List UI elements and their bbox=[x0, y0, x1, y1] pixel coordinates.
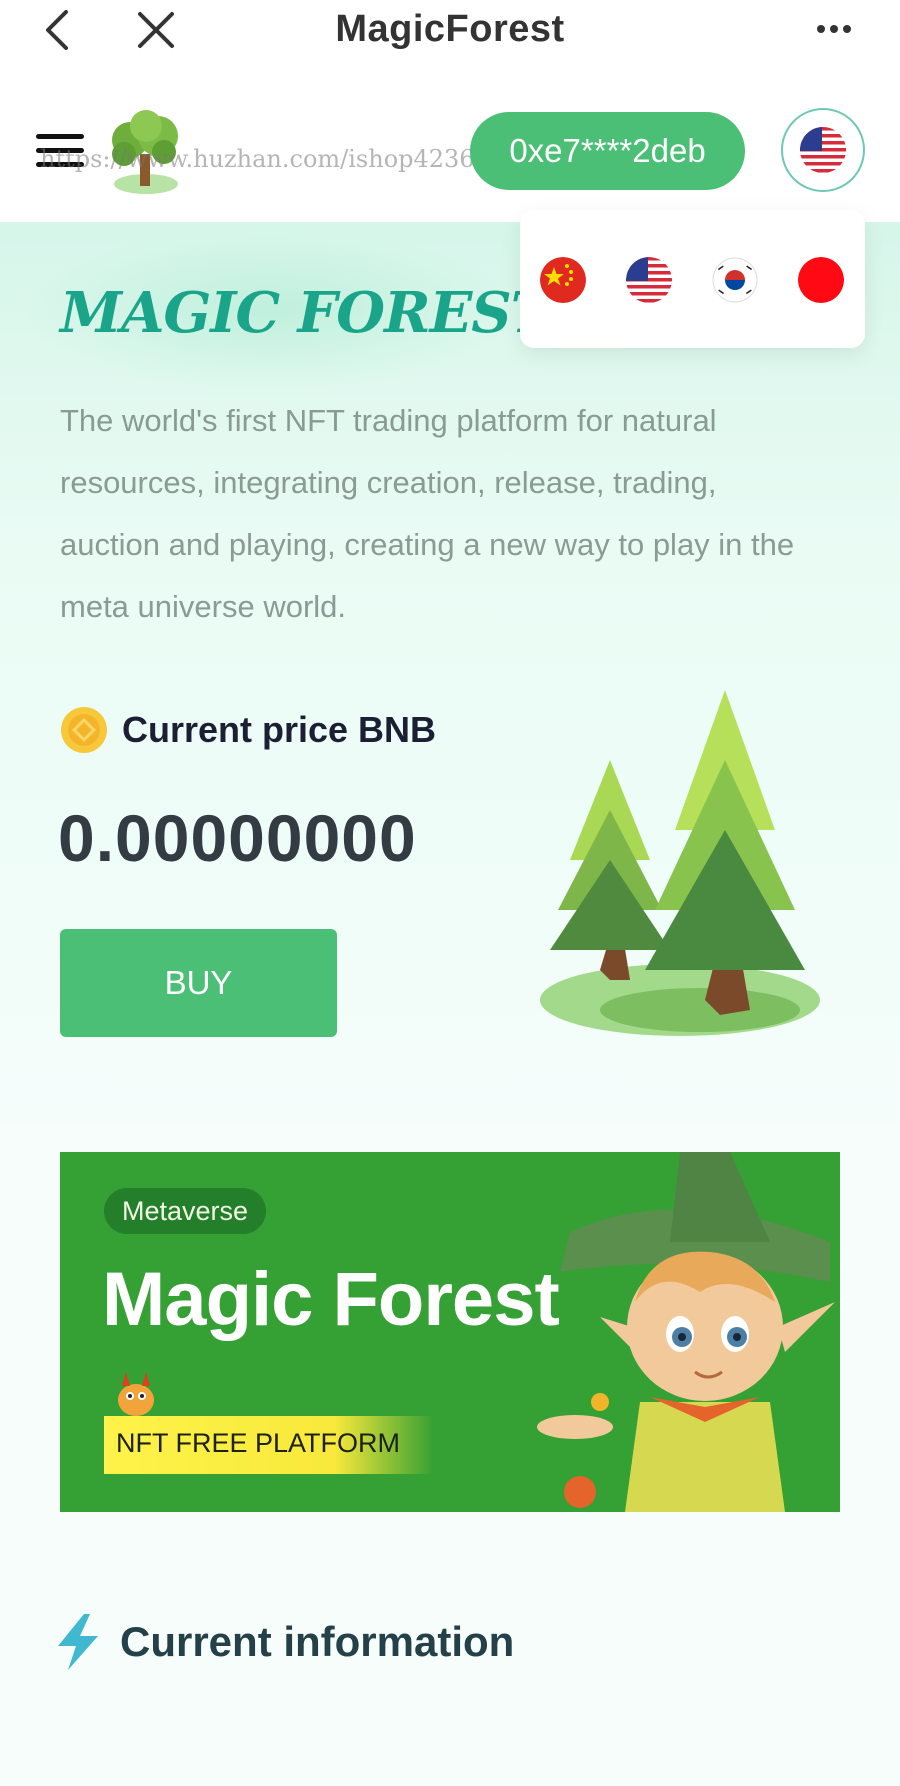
app-header: https://www.huzhan.com/ishop42366 0xe7**… bbox=[0, 62, 900, 222]
hero-title: MAGIC FOREST bbox=[60, 280, 552, 346]
price-label-row: Current price BNB bbox=[60, 706, 436, 754]
trees-illustration bbox=[540, 690, 820, 1036]
wallet-address-button[interactable]: 0xe7****2deb bbox=[470, 112, 745, 190]
korea-flag-icon[interactable] bbox=[712, 257, 758, 303]
watermark-text: https://www.huzhan.com/ishop42366 bbox=[40, 145, 490, 173]
buy-button[interactable]: BUY bbox=[60, 929, 337, 1037]
dragon-icon bbox=[118, 1372, 154, 1416]
price-value: 0.00000000 bbox=[58, 801, 417, 875]
banner-pill: Metaverse bbox=[104, 1188, 267, 1234]
more-options-icon[interactable] bbox=[816, 14, 852, 44]
page-title: MagicForest bbox=[335, 8, 565, 50]
us-flag-icon bbox=[800, 127, 846, 173]
current-information-header: Current information bbox=[54, 1614, 514, 1670]
language-dropdown bbox=[520, 210, 865, 348]
price-label: Current price BNB bbox=[122, 709, 437, 750]
title-bar: MagicForest bbox=[0, 0, 900, 62]
coin-icon bbox=[61, 707, 107, 753]
us-flag-icon[interactable] bbox=[626, 257, 672, 303]
promo-banner[interactable]: Metaverse Magic Forest NFT FREE PLATFORM bbox=[60, 1152, 840, 1512]
section-title: Current information bbox=[120, 1618, 515, 1665]
lightning-icon bbox=[58, 1614, 98, 1670]
banner-strip-text: NFT FREE PLATFORM bbox=[116, 1428, 401, 1458]
banner-title: Magic Forest bbox=[102, 1257, 560, 1342]
language-button[interactable] bbox=[781, 108, 865, 192]
hero-description: The world's first NFT trading platform f… bbox=[60, 403, 795, 624]
china-flag-icon[interactable] bbox=[540, 257, 586, 303]
elf-character-illustration bbox=[537, 1152, 835, 1512]
japan-flag-icon[interactable] bbox=[798, 257, 844, 303]
